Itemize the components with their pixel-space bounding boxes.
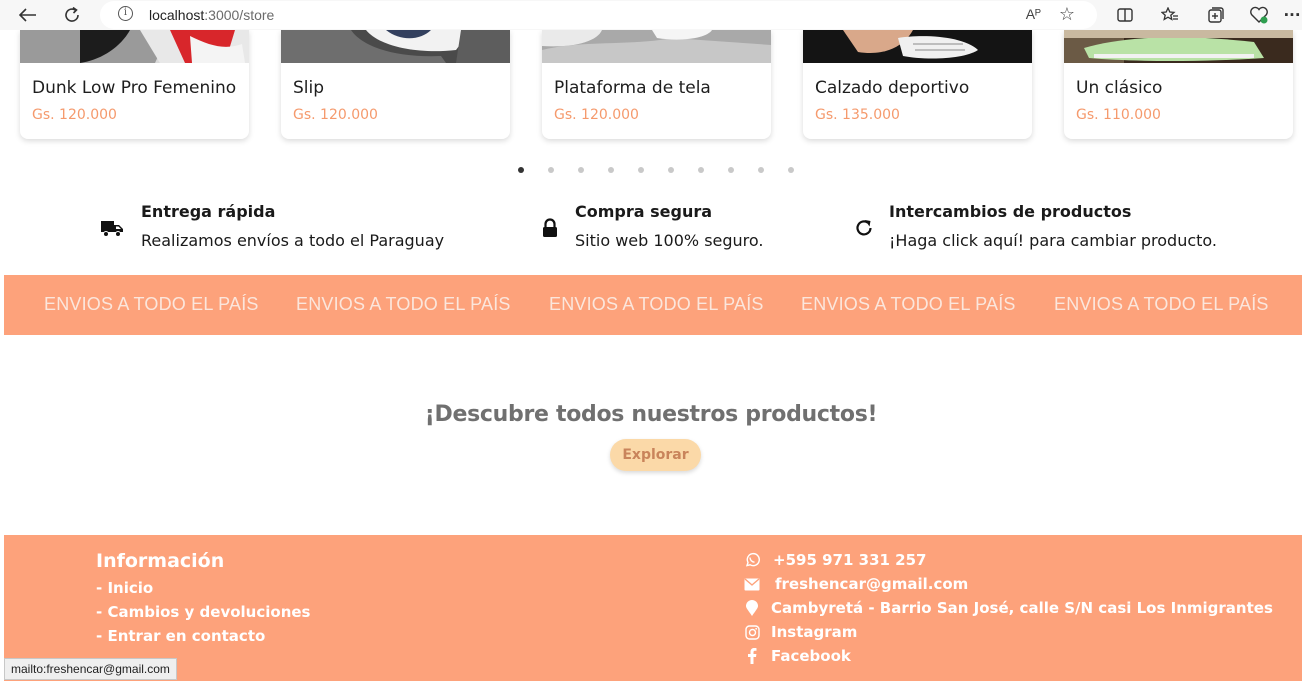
product-image[interactable]	[20, 30, 249, 63]
feature-description: Realizamos envíos a todo el Paraguay	[141, 231, 445, 250]
product-name[interactable]: Un clásico	[1076, 78, 1162, 98]
feature-description[interactable]: ¡Haga click aquí! para cambiar producto.	[889, 231, 1217, 250]
feature-title: Compra segura	[575, 202, 713, 221]
banner-text: ENVIOS A TODO EL PAÍS	[44, 294, 259, 314]
lock-icon	[538, 216, 562, 240]
browser-toolbar: i localhost:3000/store Aᴾ ☆ ···	[0, 0, 1302, 30]
carousel-dot[interactable]	[728, 167, 734, 173]
carousel-dot[interactable]	[548, 167, 554, 173]
product-name[interactable]: Plataforma de tela	[554, 78, 711, 98]
mail-icon	[744, 576, 760, 592]
contact-text[interactable]: +595 971 331 257	[773, 551, 926, 569]
product-name[interactable]: Calzado deportivo	[815, 78, 969, 98]
carousel-dot[interactable]	[638, 167, 644, 173]
footer-link-returns[interactable]: - Cambios y devoluciones	[96, 603, 310, 621]
product-image[interactable]	[542, 30, 771, 63]
feature-description: Sitio web 100% seguro.	[575, 231, 764, 250]
banner-text: ENVIOS A TODO EL PAÍS	[296, 294, 511, 314]
footer: Información - Inicio - Cambios y devoluc…	[4, 535, 1302, 681]
banner-text: ENVIOS A TODO EL PAÍS	[549, 294, 764, 314]
feature-title: Entrega rápida	[141, 202, 276, 221]
facebook-icon	[744, 648, 760, 664]
truck-icon	[100, 216, 124, 240]
product-card[interactable]: Dunk Low Pro Femenino Gs. 120.000	[20, 30, 249, 139]
browser-essentials-icon[interactable]	[1248, 4, 1270, 26]
contact-text: Cambyretá - Barrio San José, calle S/N c…	[771, 599, 1273, 617]
discover-heading: ¡Descubre todos nuestros productos!	[424, 402, 878, 427]
favorite-star-icon[interactable]: ☆	[1059, 4, 1075, 25]
more-options-icon[interactable]: ···	[1281, 4, 1302, 26]
carousel-dot[interactable]	[608, 167, 614, 173]
banner-text: ENVIOS A TODO EL PAÍS	[1054, 294, 1269, 314]
product-price: Gs. 120.000	[293, 107, 378, 123]
product-card[interactable]: Calzado deportivo Gs. 135.000	[803, 30, 1032, 139]
footer-info-title: Información	[96, 550, 225, 572]
split-screen-icon[interactable]	[1114, 4, 1136, 26]
shipping-banner: ENVIOS A TODO EL PAÍS ENVIOS A TODO EL P…	[4, 275, 1302, 335]
footer-link-home[interactable]: - Inicio	[96, 579, 153, 597]
carousel-dot[interactable]	[758, 167, 764, 173]
product-name[interactable]: Dunk Low Pro Femenino	[32, 78, 236, 98]
contact-text[interactable]: Facebook	[771, 647, 851, 665]
site-info-icon[interactable]: i	[118, 6, 133, 21]
feature-title: Intercambios de productos	[889, 202, 1132, 221]
carousel-dot[interactable]	[788, 167, 794, 173]
back-icon[interactable]	[16, 3, 40, 27]
contact-text[interactable]: freshencar@gmail.com	[775, 575, 968, 593]
address-bar[interactable]: i localhost:3000/store Aᴾ ☆	[100, 1, 1097, 29]
product-name[interactable]: Slip	[293, 78, 324, 98]
favorites-icon[interactable]	[1159, 4, 1181, 26]
product-price: Gs. 120.000	[32, 107, 117, 123]
carousel-dot[interactable]	[578, 167, 584, 173]
carousel-pagination	[518, 167, 794, 173]
product-image[interactable]	[281, 30, 510, 63]
reload-icon[interactable]	[60, 3, 84, 27]
whatsapp-icon	[744, 552, 760, 568]
collections-icon[interactable]	[1204, 4, 1226, 26]
carousel-dot[interactable]	[668, 167, 674, 173]
product-image[interactable]	[1064, 30, 1293, 63]
refresh-icon	[852, 216, 876, 240]
explore-button[interactable]: Explorar	[610, 439, 701, 471]
product-price: Gs. 120.000	[554, 107, 639, 123]
product-card[interactable]: Plataforma de tela Gs. 120.000	[542, 30, 771, 139]
url-text[interactable]: localhost:3000/store	[149, 7, 274, 23]
read-aloud-icon[interactable]: Aᴾ	[1026, 6, 1041, 22]
instagram-icon	[744, 624, 760, 640]
product-image[interactable]	[803, 30, 1032, 63]
product-card[interactable]: Un clásico Gs. 110.000	[1064, 30, 1293, 139]
banner-text: ENVIOS A TODO EL PAÍS	[801, 294, 1016, 314]
product-price: Gs. 110.000	[1076, 107, 1161, 123]
carousel-dot[interactable]	[698, 167, 704, 173]
footer-link-contact[interactable]: - Entrar en contacto	[96, 627, 265, 645]
product-card[interactable]: Slip Gs. 120.000	[281, 30, 510, 139]
product-price: Gs. 135.000	[815, 107, 900, 123]
status-bar-url: mailto:freshencar@gmail.com	[4, 658, 177, 680]
store-page: Dunk Low Pro Femenino Gs. 120.000 Slip G…	[4, 30, 1302, 681]
carousel-dot[interactable]	[518, 167, 524, 173]
location-icon	[744, 600, 760, 616]
contact-text[interactable]: Instagram	[771, 623, 857, 641]
